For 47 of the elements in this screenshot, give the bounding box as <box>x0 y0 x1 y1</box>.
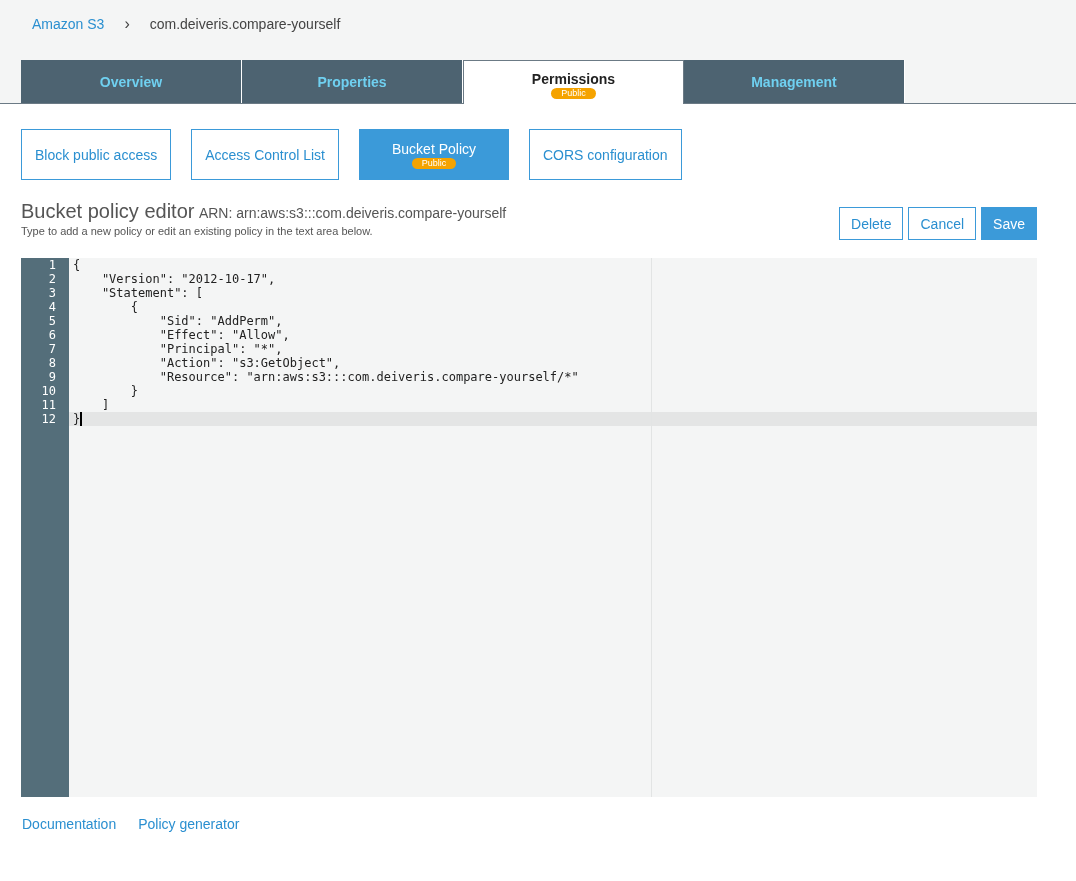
breadcrumb-current: com.deiveris.compare-yourself <box>149 16 341 32</box>
code-editor[interactable] <box>21 258 1037 797</box>
code-line: "Resource": "arn:aws:s3:::com.deiveris.compare-yourself/*" <box>158 370 579 384</box>
code-line: ] <box>100 398 110 412</box>
code-line: "Principal": "*", <box>158 342 283 356</box>
line-number: 8 <box>47 356 57 370</box>
arn-text: ARN: arn:aws:s3:::com.deiveris.compare-yourself <box>198 205 507 221</box>
code-line: { <box>73 258 81 272</box>
breadcrumb-separator: › <box>124 15 130 33</box>
line-number: 9 <box>47 370 57 384</box>
tab[interactable]: Management <box>684 60 905 103</box>
breadcrumb-link[interactable]: Amazon S3 <box>32 16 105 32</box>
footer-link[interactable]: Documentation <box>22 816 117 832</box>
code-line: "Effect": "Allow", <box>158 328 290 342</box>
line-number: 11 <box>40 398 57 412</box>
text-cursor <box>80 412 83 426</box>
line-number: 2 <box>47 272 57 286</box>
code-line: "Action": "s3:GetObject", <box>158 356 341 370</box>
line-number: 1 <box>47 258 57 272</box>
editor-title: Bucket policy editor <box>21 200 195 222</box>
hint-text: Type to add a new policy or edit an existing policy in the text area below. <box>21 225 374 237</box>
public-badge: Public <box>551 87 596 99</box>
action-button[interactable]: Cancel <box>908 207 977 240</box>
subtab-button[interactable]: Block public access <box>21 129 172 180</box>
footer-link[interactable]: Policy generator <box>138 816 240 832</box>
line-number: 6 <box>47 328 57 342</box>
code-line: "Version": "2012-10-17", <box>100 272 276 286</box>
line-number: 4 <box>47 300 57 314</box>
action-button[interactable]: Save <box>981 207 1037 240</box>
code-line: { <box>129 300 139 314</box>
code-line: "Sid": "AddPerm", <box>158 314 283 328</box>
line-number: 10 <box>40 384 57 398</box>
subtab-button[interactable]: Bucket Policy Public <box>359 129 509 180</box>
line-number: 7 <box>47 342 57 356</box>
action-button[interactable]: Delete <box>839 207 904 240</box>
tab[interactable]: Properties <box>242 60 463 103</box>
line-number: 12 <box>40 412 57 426</box>
tab[interactable]: Overview <box>21 60 242 103</box>
line-number: 5 <box>47 314 57 328</box>
code-line: } <box>73 412 81 426</box>
subtab-button[interactable]: Access Control List <box>191 129 339 180</box>
line-number: 3 <box>47 286 57 300</box>
tab[interactable]: Permissions Public <box>463 60 684 104</box>
code-line: "Statement": [ <box>100 286 204 300</box>
subtab-button[interactable]: CORS configuration <box>529 129 682 180</box>
public-badge: Public <box>411 157 457 169</box>
code-line: } <box>129 384 139 398</box>
